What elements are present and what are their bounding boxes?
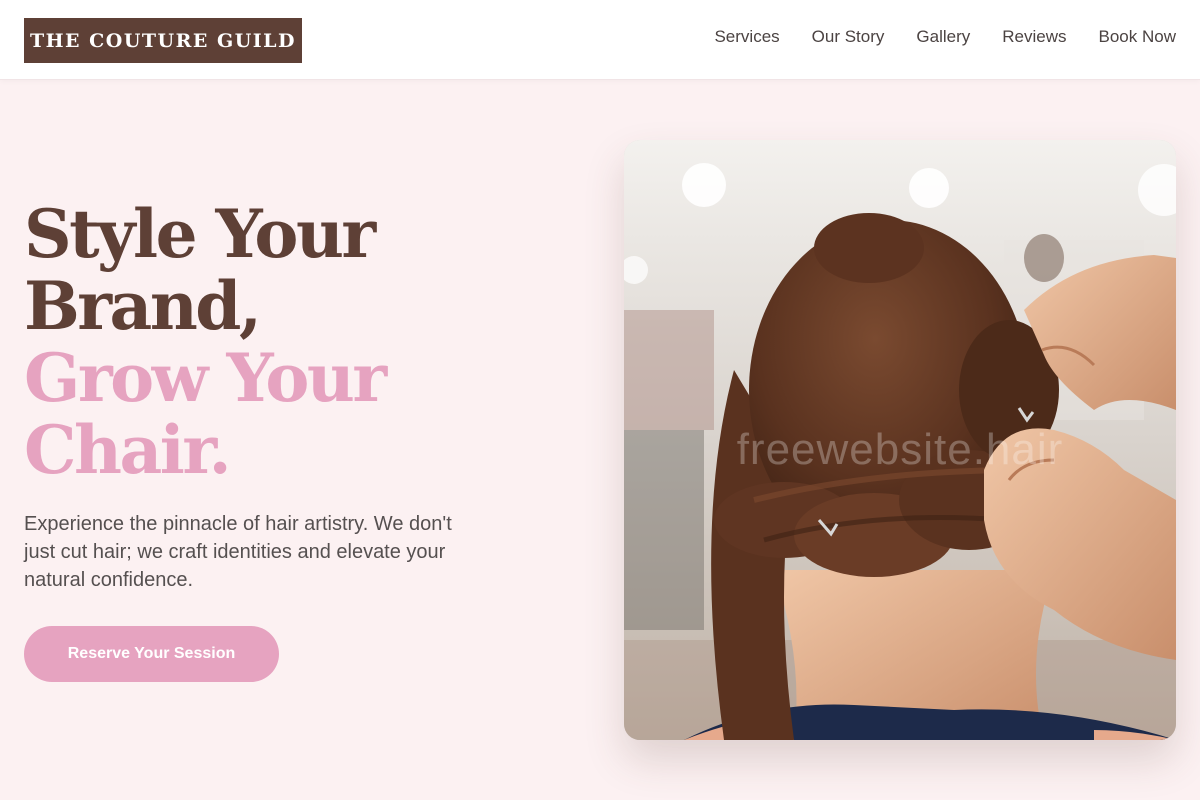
nav-link-gallery[interactable]: Gallery (916, 27, 970, 47)
nav-link-reviews[interactable]: Reviews (1002, 27, 1066, 47)
reserve-session-button[interactable]: Reserve Your Session (24, 626, 279, 682)
hero-headline: Style Your Brand, Grow Your Chair. (24, 195, 387, 489)
brand-logo[interactable]: THE COUTURE GUILD (24, 18, 302, 63)
main-nav: Services Our Story Gallery Reviews Book … (714, 27, 1176, 47)
headline-line-1: Style Your (24, 195, 376, 273)
image-watermark: freewebsite.hair (736, 425, 1064, 474)
nav-link-book-now[interactable]: Book Now (1099, 27, 1176, 47)
headline-line-2: Brand, (24, 267, 262, 345)
hero-image: freewebsite.hair (624, 140, 1176, 740)
headline-line-3: Grow Your (24, 339, 387, 417)
nav-link-services[interactable]: Services (714, 27, 779, 47)
site-header: THE COUTURE GUILD Services Our Story Gal… (0, 0, 1200, 80)
hero-description: Experience the pinnacle of hair artistry… (24, 513, 452, 591)
nav-link-our-story[interactable]: Our Story (812, 27, 885, 47)
headline-line-4: Chair. (24, 411, 232, 489)
